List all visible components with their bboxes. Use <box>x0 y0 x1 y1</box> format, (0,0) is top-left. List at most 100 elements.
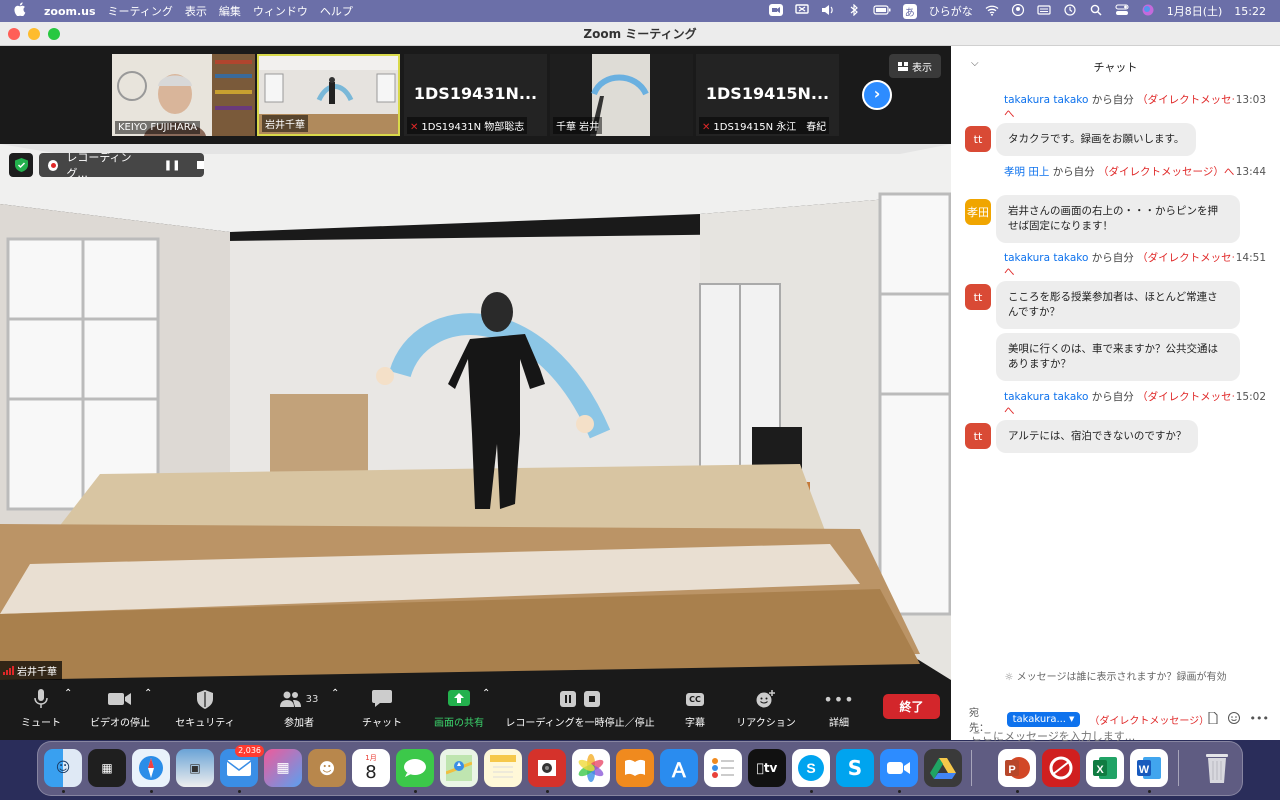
apple-menu-icon[interactable] <box>14 2 34 20</box>
siri-icon[interactable] <box>1141 4 1155 19</box>
cc-icon: CC <box>686 692 704 706</box>
menu-window[interactable]: ウィンドウ <box>253 3 308 19</box>
menu-meeting[interactable]: ミーティング <box>108 3 173 19</box>
message-sender[interactable]: takakura takako <box>1004 252 1088 264</box>
input-mode-icon[interactable]: あ <box>902 3 917 19</box>
more-button[interactable]: ••• 詳細 <box>823 688 854 730</box>
message-sender[interactable]: 孝明 田上 <box>1004 166 1049 178</box>
skype-for-business-icon[interactable]: S <box>792 749 830 787</box>
message-recipient: から自分 <box>1091 94 1134 106</box>
security-button[interactable]: セキュリティ <box>172 688 238 729</box>
zoom-status-icon[interactable] <box>768 3 783 19</box>
apple-tv-icon[interactable]: tv <box>748 749 786 787</box>
participant-thumb-keiyo[interactable]: KEIYO FUJIHARA <box>112 54 255 136</box>
skype-icon[interactable]: S <box>836 749 874 787</box>
window-titlebar[interactable]: Zoom ミーティング <box>0 22 1280 46</box>
time-machine-icon[interactable] <box>1063 3 1077 19</box>
menu-help[interactable]: ヘルプ <box>320 3 353 19</box>
input-mode-label[interactable]: ひらがな <box>929 3 973 19</box>
active-speaker-video[interactable]: レコーディング... ❚❚ 岩井千華 <box>0 144 951 680</box>
share-options-chevron-icon[interactable]: ⌃ <box>482 688 490 699</box>
excel-icon[interactable]: X <box>1086 749 1124 787</box>
notes-icon[interactable] <box>484 749 522 787</box>
recipient-dropdown[interactable]: takakura... ▼ <box>1006 711 1081 727</box>
messages-icon[interactable] <box>396 749 434 787</box>
captions-button[interactable]: CC 字幕 <box>676 688 714 729</box>
reactions-label: リアクション <box>736 718 796 729</box>
menubar-date[interactable]: 1月8日(土) <box>1167 3 1223 19</box>
end-meeting-button[interactable]: 終了 <box>883 694 940 719</box>
screen-share-status-icon[interactable] <box>795 3 809 19</box>
maps-icon[interactable] <box>440 749 478 787</box>
participants-options-chevron-icon[interactable]: ⌃ <box>331 688 339 699</box>
battery-icon[interactable] <box>873 4 891 19</box>
video-options-chevron-icon[interactable]: ⌃ <box>144 688 152 699</box>
mute-options-chevron-icon[interactable]: ⌃ <box>64 688 72 699</box>
bluetooth-icon[interactable] <box>847 3 861 19</box>
stop-recording-icon[interactable] <box>196 161 205 169</box>
chat-button[interactable]: チャット <box>358 688 406 729</box>
control-center-icon[interactable] <box>1115 3 1129 19</box>
pause-recording-icon[interactable]: ❚❚ <box>164 160 181 171</box>
mission-control-icon[interactable]: ▦ <box>88 749 126 787</box>
keyboard-icon[interactable] <box>1037 4 1051 19</box>
recording-indicator[interactable]: レコーディング... ❚❚ <box>39 151 205 180</box>
spotlight-search-icon[interactable] <box>1089 4 1103 19</box>
more-options-icon[interactable]: ••• <box>1250 712 1269 727</box>
view-button[interactable]: 表示 <box>889 54 941 78</box>
chat-visibility-note[interactable]: ☼ メッセージは誰に表示されますか？録画が有効 <box>951 668 1280 683</box>
menubar-time[interactable]: 15:22 <box>1234 5 1266 18</box>
stop-video-button[interactable]: ビデオの停止 <box>88 688 152 729</box>
menu-view[interactable]: 表示 <box>185 3 207 19</box>
tv-label: tv <box>757 761 778 775</box>
trash-icon[interactable] <box>1198 749 1236 787</box>
security-shield-badge[interactable] <box>9 153 33 177</box>
photos-icon[interactable] <box>572 749 610 787</box>
user-icon[interactable] <box>1011 3 1025 19</box>
calendar-icon[interactable]: 1月 8 <box>352 749 390 787</box>
safari-icon[interactable] <box>132 749 170 787</box>
participant-thumb-1ds19415n[interactable]: 1DS19415N... ✕ 1DS19415N 永江 春紀 <box>696 54 839 136</box>
participant-thumb-chika[interactable]: 千華 岩井 <box>550 54 693 136</box>
menu-app-name[interactable]: zoom.us <box>44 5 96 18</box>
menu-edit[interactable]: 編集 <box>219 3 241 19</box>
participant-thumb-iwai[interactable]: 岩井千華 <box>257 54 400 136</box>
close-window-button[interactable] <box>8 27 20 40</box>
message-sender[interactable]: takakura takako <box>1004 391 1088 403</box>
volume-icon[interactable] <box>821 4 835 19</box>
powerpoint-icon[interactable]: P <box>998 749 1036 787</box>
app-store-icon[interactable]: Ａ <box>660 749 698 787</box>
svg-text:W: W <box>1139 764 1150 776</box>
share-screen-button[interactable]: 画面の共有 <box>430 688 488 729</box>
preview-icon[interactable]: ▣ <box>176 749 214 787</box>
pause-icon <box>560 691 576 707</box>
mute-button[interactable]: ミュート <box>12 688 70 729</box>
reactions-button[interactable]: リアクション <box>734 688 798 729</box>
photo-booth-icon[interactable] <box>528 749 566 787</box>
chat-header: ⌵ チャット <box>951 46 1280 88</box>
finder-icon[interactable]: ☺ <box>44 749 82 787</box>
reminders-icon[interactable] <box>704 749 742 787</box>
running-indicator <box>1016 790 1019 793</box>
microphone-icon <box>34 689 48 708</box>
word-icon[interactable]: W <box>1130 749 1168 787</box>
participants-button[interactable]: 33 参加者 <box>275 688 323 729</box>
emoji-icon[interactable] <box>1227 711 1240 727</box>
wifi-icon[interactable] <box>985 4 999 19</box>
participant-thumb-1ds19431n[interactable]: 1DS19431N... ✕ 1DS19431N 物部聡志 <box>404 54 547 136</box>
google-drive-icon[interactable] <box>924 749 962 787</box>
mail-icon[interactable]: 2,036 <box>220 745 264 787</box>
collapse-chat-chevron-icon[interactable]: ⌵ <box>971 58 979 69</box>
books-icon[interactable] <box>616 749 654 787</box>
recording-label: レコーディング... <box>66 151 132 180</box>
maximize-window-button[interactable] <box>48 27 60 40</box>
message-sender[interactable]: takakura takako <box>1004 94 1088 106</box>
antivirus-icon[interactable] <box>1042 749 1080 787</box>
contacts-icon[interactable]: ☻ <box>308 749 346 787</box>
zoom-icon[interactable] <box>880 749 918 787</box>
recording-control-button[interactable]: レコーディングを一時停止／停止 <box>504 688 656 729</box>
gallery-next-button[interactable]: › <box>862 80 892 110</box>
file-icon[interactable] <box>1208 711 1218 727</box>
launchpad-icon[interactable]: ▦ <box>264 749 302 787</box>
minimize-window-button[interactable] <box>28 27 40 40</box>
